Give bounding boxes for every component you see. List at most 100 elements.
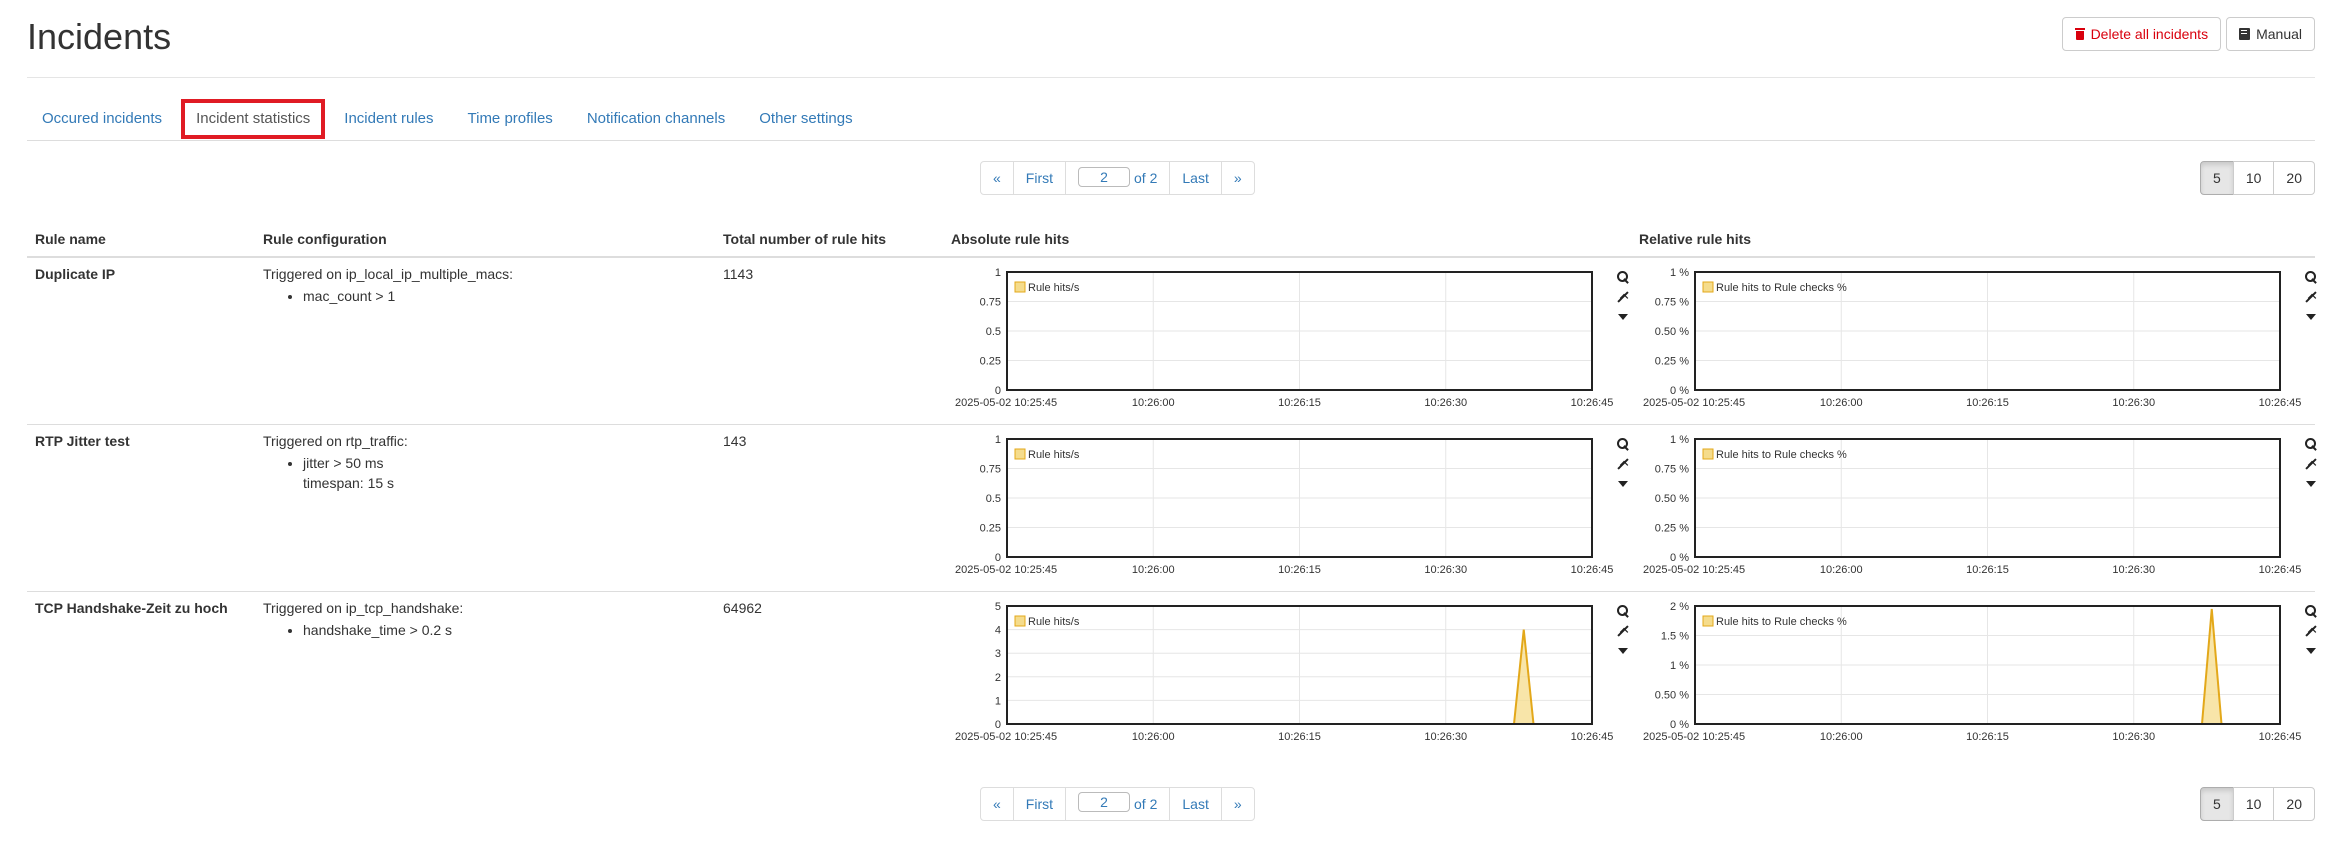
y-tick-label: 0.5 [986,326,1001,338]
rule-statistics-table: Rule name Rule configuration Total numbe… [27,221,2316,759]
x-tick-label: 10:26:45 [2259,564,2302,576]
caret-down-icon[interactable] [1616,310,1630,324]
trash-icon [2074,28,2085,40]
manual-button[interactable]: Manual [2226,17,2315,51]
y-tick-label: 0 [995,552,1001,564]
legend-swatch [1702,448,1714,460]
x-tick-label: 10:26:45 [2259,731,2302,743]
table-row: Duplicate IP Triggered on ip_local_ip_mu… [27,257,2316,425]
x-tick-label: 2025-05-02 10:25:45 [1643,397,1745,409]
zoom-icon[interactable] [1616,270,1630,284]
next-page-button[interactable]: » [1220,161,1255,195]
relative-chart-cell: 2025-05-02 10:25:45 10:26:00 10:26:15 10:26… [1631,591,2316,759]
rule-timespan: timespan: 15 s [303,475,395,491]
page-size-10-button[interactable]: 10 [2232,161,2275,195]
y-tick-label: 0.75 [980,297,1001,309]
y-tick-label: 0.75 % [1655,297,1689,309]
tab-incident-statistics[interactable]: Incident statistics [181,99,326,139]
page-number-input[interactable] [1078,166,1131,187]
x-tick-label: 10:26:00 [1820,397,1863,409]
x-tick-label: 10:26:30 [2112,564,2155,576]
first-page-button[interactable]: First [1012,786,1067,821]
zoom-icon[interactable] [1616,604,1630,618]
reset-zoom-icon[interactable] [2304,624,2318,638]
caret-down-icon[interactable] [1616,477,1630,491]
y-tick-label: 5 [995,601,1001,613]
last-page-button[interactable]: Last [1169,786,1222,821]
zoom-icon[interactable] [1616,437,1630,451]
caret-down-icon[interactable] [1616,644,1630,658]
rule-trigger: Triggered on rtp_traffic: [263,433,408,449]
legend-swatch [1014,615,1026,627]
caret-down-icon[interactable] [2304,644,2318,658]
legend-swatch [1702,615,1714,627]
x-tick-label: 2025-05-02 10:25:45 [1643,564,1745,576]
zoom-icon[interactable] [2304,604,2318,618]
rule-condition: jitter > 50 ms [303,453,707,473]
absolute-chart-cell: 2025-05-02 10:25:45 10:26:00 10:26:15 10:26… [943,591,1631,759]
prev-page-button[interactable]: « [980,161,1014,195]
tab-other-settings[interactable]: Other settings [744,99,867,139]
chart-tools [1615,437,1631,491]
absolute-chart: 2025-05-02 10:25:45 10:26:00 10:26:15 10:26… [951,600,1631,750]
prev-page-button[interactable]: « [980,786,1014,821]
table-row: RTP Jitter test Triggered on rtp_traffic… [27,424,2316,592]
page-size-selector: 5 10 20 [2200,786,2315,821]
next-page-button[interactable]: » [1220,786,1255,821]
reset-zoom-icon[interactable] [2304,457,2318,471]
tab-notification-channels[interactable]: Notification channels [572,99,740,139]
y-tick-label: 0.75 [980,464,1001,476]
chart-tools [2303,437,2319,491]
reset-zoom-icon[interactable] [2304,290,2318,304]
legend-label: Rule hits/s [1028,616,1080,628]
legend-label: Rule hits/s [1028,282,1080,294]
y-tick-label: 0.50 % [1655,326,1689,338]
chart-tools [1615,270,1631,324]
x-tick-label: 10:26:45 [1571,731,1614,743]
last-page-button[interactable]: Last [1169,161,1222,195]
col-rule-configuration: Rule configuration [255,221,715,258]
chart-svg: 2025-05-02 10:25:45 10:26:00 10:26:15 10:26… [955,434,1613,576]
table-header-row: Rule name Rule configuration Total numbe… [27,221,2315,258]
delete-all-incidents-button[interactable]: Delete all incidents [2061,17,2222,51]
zoom-icon[interactable] [2304,437,2318,451]
x-tick-label: 10:26:00 [1132,564,1175,576]
page-size-5-button[interactable]: 5 [2200,161,2234,195]
rule-trigger: Triggered on ip_local_ip_multiple_macs: [263,266,514,282]
first-page-button[interactable]: First [1012,161,1067,195]
y-tick-label: 0.25 [980,356,1001,368]
x-tick-label: 10:26:00 [1820,564,1863,576]
reset-zoom-icon[interactable] [1616,457,1630,471]
tab-time-profiles[interactable]: Time profiles [453,99,568,139]
absolute-chart-cell: 2025-05-02 10:25:45 10:26:00 10:26:15 10:26… [943,424,1631,592]
col-relative-rule-hits: Relative rule hits [1631,221,2315,258]
absolute-chart: 2025-05-02 10:25:45 10:26:00 10:26:15 10:26… [951,266,1631,416]
pager: « First of 2 Last » [980,161,1255,195]
relative-chart-cell: 2025-05-02 10:25:45 10:26:00 10:26:15 10:26… [1631,424,2316,592]
tab-incident-rules[interactable]: Incident rules [329,99,448,139]
caret-down-icon[interactable] [2304,310,2318,324]
x-tick-label: 10:26:15 [1278,564,1321,576]
x-tick-label: 10:26:15 [1278,397,1321,409]
y-tick-label: 1 % [1670,267,1689,279]
page-size-10-button[interactable]: 10 [2232,786,2275,821]
reset-zoom-icon[interactable] [1616,624,1630,638]
page-size-5-button[interactable]: 5 [2200,786,2234,821]
reset-zoom-icon[interactable] [1616,290,1630,304]
page-size-20-button[interactable]: 20 [2273,786,2315,821]
pagination-bottom: « First of 2 Last » 5 10 20 [27,786,2315,823]
zoom-icon[interactable] [2304,270,2318,284]
tab-occured-incidents[interactable]: Occured incidents [27,99,177,139]
x-tick-label: 10:26:15 [1966,397,2009,409]
legend-swatch [1014,281,1026,293]
page: Incidents Delete all incidents Manual Oc… [0,0,2342,857]
page-count-label: of 2 [1134,170,1158,186]
relative-chart: 2025-05-02 10:25:45 10:26:00 10:26:15 10:26… [1639,266,2319,416]
relative-chart-cell: 2025-05-02 10:25:45 10:26:00 10:26:15 10:26… [1631,257,2316,425]
x-tick-label: 10:26:45 [1571,564,1614,576]
page-number-input[interactable] [1078,792,1131,812]
y-tick-label: 1 [995,267,1001,279]
caret-down-icon[interactable] [2304,477,2318,491]
page-size-20-button[interactable]: 20 [2273,161,2315,195]
relative-chart: 2025-05-02 10:25:45 10:26:00 10:26:15 10:26… [1639,600,2319,750]
